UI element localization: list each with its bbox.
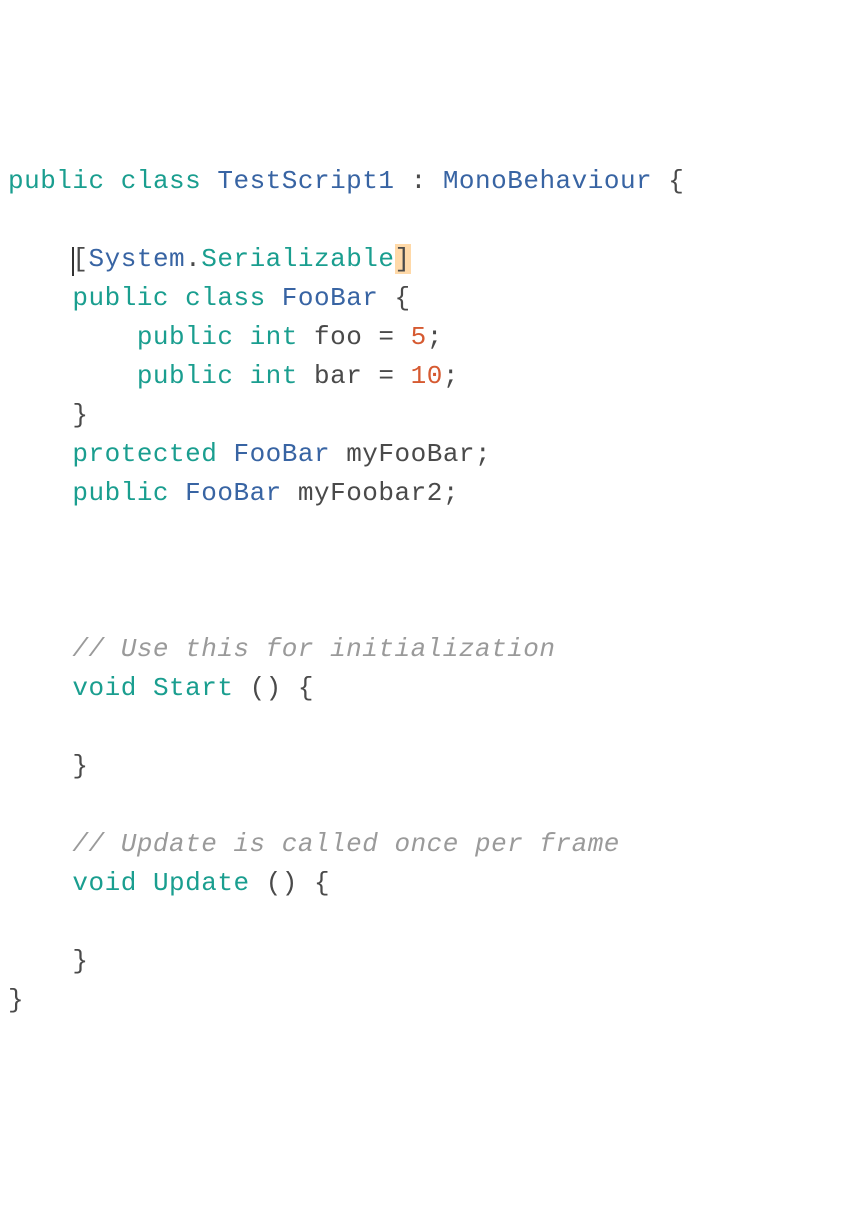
code-line: void Start () { [8,673,314,703]
close-brace: } [72,751,88,781]
code-line: // Use this for initialization [8,634,556,664]
keyword-public: public [72,283,169,313]
number-literal: 10 [411,361,443,391]
identifier: myFooBar [346,439,475,469]
method-name: Start [153,673,234,703]
class-name: FooBar [282,283,379,313]
keyword-public: public [72,478,169,508]
code-line: } [8,751,89,781]
comment: // Use this for initialization [72,634,555,664]
dot: . [185,244,201,274]
close-bracket-highlighted: ] [395,244,411,274]
semicolon: ; [475,439,491,469]
code-line: public int foo = 5; [8,322,443,352]
keyword-void: void [72,868,136,898]
method-name: Update [153,868,250,898]
keyword-public: public [137,361,234,391]
text-cursor [72,247,74,276]
identifier: foo [314,322,362,352]
semicolon: ; [443,361,459,391]
close-brace: } [72,946,88,976]
open-brace: { [298,673,314,703]
open-bracket: [ [72,244,88,274]
code-line: } [8,400,89,430]
keyword-protected: protected [72,439,217,469]
semicolon: ; [443,478,459,508]
close-brace: } [8,985,24,1015]
semicolon: ; [427,322,443,352]
code-line: protected FooBar myFooBar; [8,439,491,469]
open-brace: { [314,868,330,898]
attribute-name: Serializable [201,244,394,274]
code-line: } [8,985,24,1015]
base-class-name: MonoBehaviour [443,166,652,196]
parentheses: () [266,868,298,898]
identifier: bar [314,361,362,391]
equals: = [378,361,394,391]
close-brace: } [72,400,88,430]
code-line: public int bar = 10; [8,361,459,391]
identifier: myFoobar2 [298,478,443,508]
code-line: void Update () { [8,868,330,898]
open-brace: { [395,283,411,313]
code-editor[interactable]: public class TestScript1 : MonoBehaviour… [8,162,851,1020]
keyword-class: class [185,283,266,313]
class-name: TestScript1 [217,166,394,196]
code-line: public class TestScript1 : MonoBehaviour… [8,166,684,196]
keyword-int: int [250,361,298,391]
keyword-class: class [121,166,202,196]
code-line: public class FooBar { [8,283,411,313]
keyword-public: public [8,166,105,196]
keyword-void: void [72,673,136,703]
colon: : [411,166,427,196]
number-literal: 5 [411,322,427,352]
keyword-public: public [137,322,234,352]
code-line: public FooBar myFoobar2; [8,478,459,508]
parentheses: () [250,673,282,703]
type-reference: FooBar [233,439,330,469]
code-line: [System.Serializable] [8,244,411,274]
keyword-int: int [250,322,298,352]
namespace: System [89,244,186,274]
type-reference: FooBar [185,478,282,508]
code-line: } [8,946,89,976]
equals: = [378,322,394,352]
open-brace: { [668,166,684,196]
